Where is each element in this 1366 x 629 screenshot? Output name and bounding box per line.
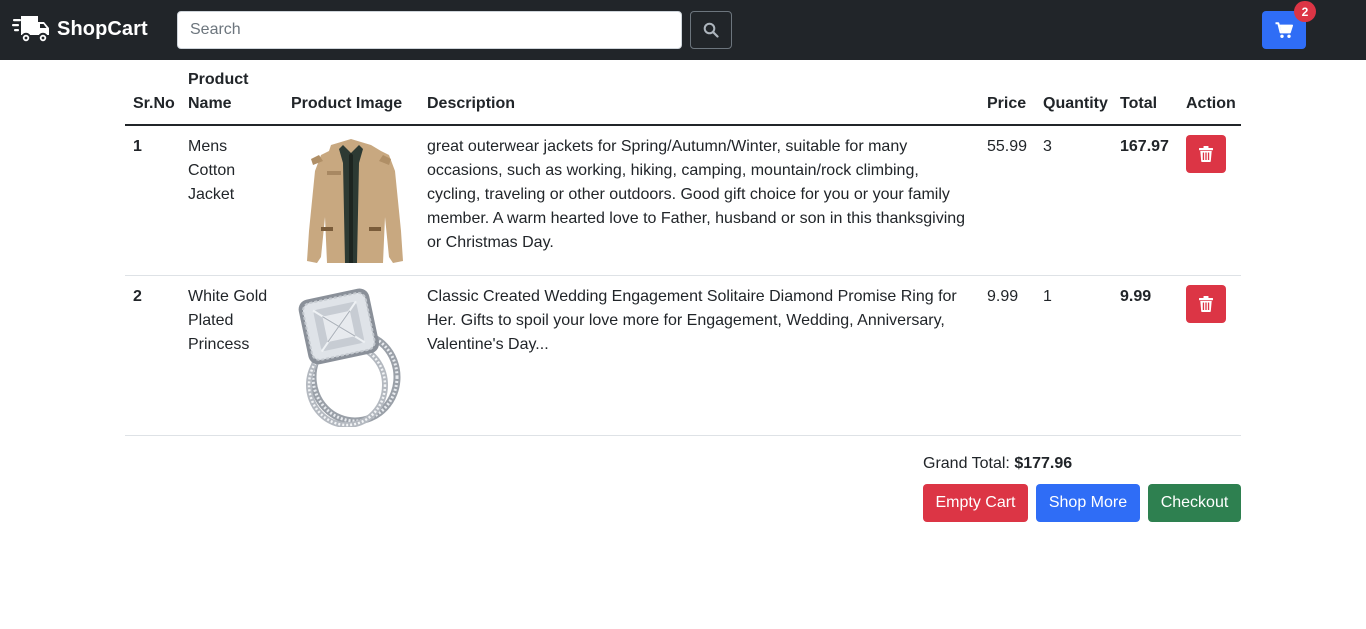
row-quantity: 1 — [1035, 275, 1112, 436]
row-quantity: 3 — [1035, 125, 1112, 276]
row-description: great outerwear jackets for Spring/Autum… — [419, 125, 979, 276]
delivery-truck-icon — [12, 16, 49, 44]
delete-item-button[interactable] — [1186, 135, 1226, 173]
search-icon — [703, 22, 719, 38]
header-description: Description — [419, 60, 979, 126]
row-product-image-cell — [283, 125, 419, 276]
header-action: Action — [1178, 60, 1241, 126]
navbar: ShopCart 2 — [0, 0, 1366, 60]
row-sr-no: 2 — [125, 275, 180, 436]
row-product-name: White Gold Plated Princess — [180, 275, 283, 436]
cart-count-badge: 2 — [1294, 1, 1316, 22]
grand-total-label: Grand Total: — [923, 455, 1015, 472]
checkout-button[interactable]: Checkout — [1148, 484, 1241, 522]
delete-item-button[interactable] — [1186, 285, 1226, 323]
ring-image — [298, 288, 401, 427]
row-product-name: Mens Cotton Jacket — [180, 125, 283, 276]
row-total: 167.97 — [1112, 125, 1178, 276]
row-action-cell — [1178, 275, 1241, 436]
header-product-image: Product Image — [283, 60, 419, 126]
empty-cart-button[interactable]: Empty Cart — [923, 484, 1028, 522]
shopping-cart-icon — [1275, 21, 1293, 38]
grand-total-value: $177.96 — [1014, 455, 1073, 472]
row-product-image-cell — [283, 275, 419, 436]
header-quantity: Quantity — [1035, 60, 1112, 126]
header-product-name: Product Name — [180, 60, 283, 126]
row-total: 9.99 — [1112, 275, 1178, 436]
cart-table: Sr.No Product Name Product Image Descrip… — [125, 60, 1241, 436]
search-input[interactable] — [177, 11, 682, 49]
header-price: Price — [979, 60, 1035, 126]
row-price: 9.99 — [979, 275, 1035, 436]
header-sr-no: Sr.No — [125, 60, 180, 126]
table-header-row: Sr.No Product Name Product Image Descrip… — [125, 60, 1241, 126]
trash-icon — [1199, 296, 1213, 312]
header-total: Total — [1112, 60, 1178, 126]
table-row: 2 White Gold Plated Princess Classic Cre… — [125, 275, 1241, 436]
table-row: 1 Mens Cotton Jacket great outerwear jac… — [125, 125, 1241, 276]
brand-link[interactable]: ShopCart — [12, 12, 148, 46]
jacket-image — [307, 139, 403, 263]
row-price: 55.99 — [979, 125, 1035, 276]
search-button[interactable] — [690, 11, 732, 49]
shop-more-button[interactable]: Shop More — [1036, 484, 1140, 522]
brand-name: ShopCart — [57, 17, 148, 40]
trash-icon — [1199, 146, 1213, 162]
row-sr-no: 1 — [125, 125, 180, 276]
row-action-cell — [1178, 125, 1241, 276]
row-description: Classic Created Wedding Engagement Solit… — [419, 275, 979, 436]
grand-total: Grand Total: $177.96 — [923, 452, 1072, 476]
